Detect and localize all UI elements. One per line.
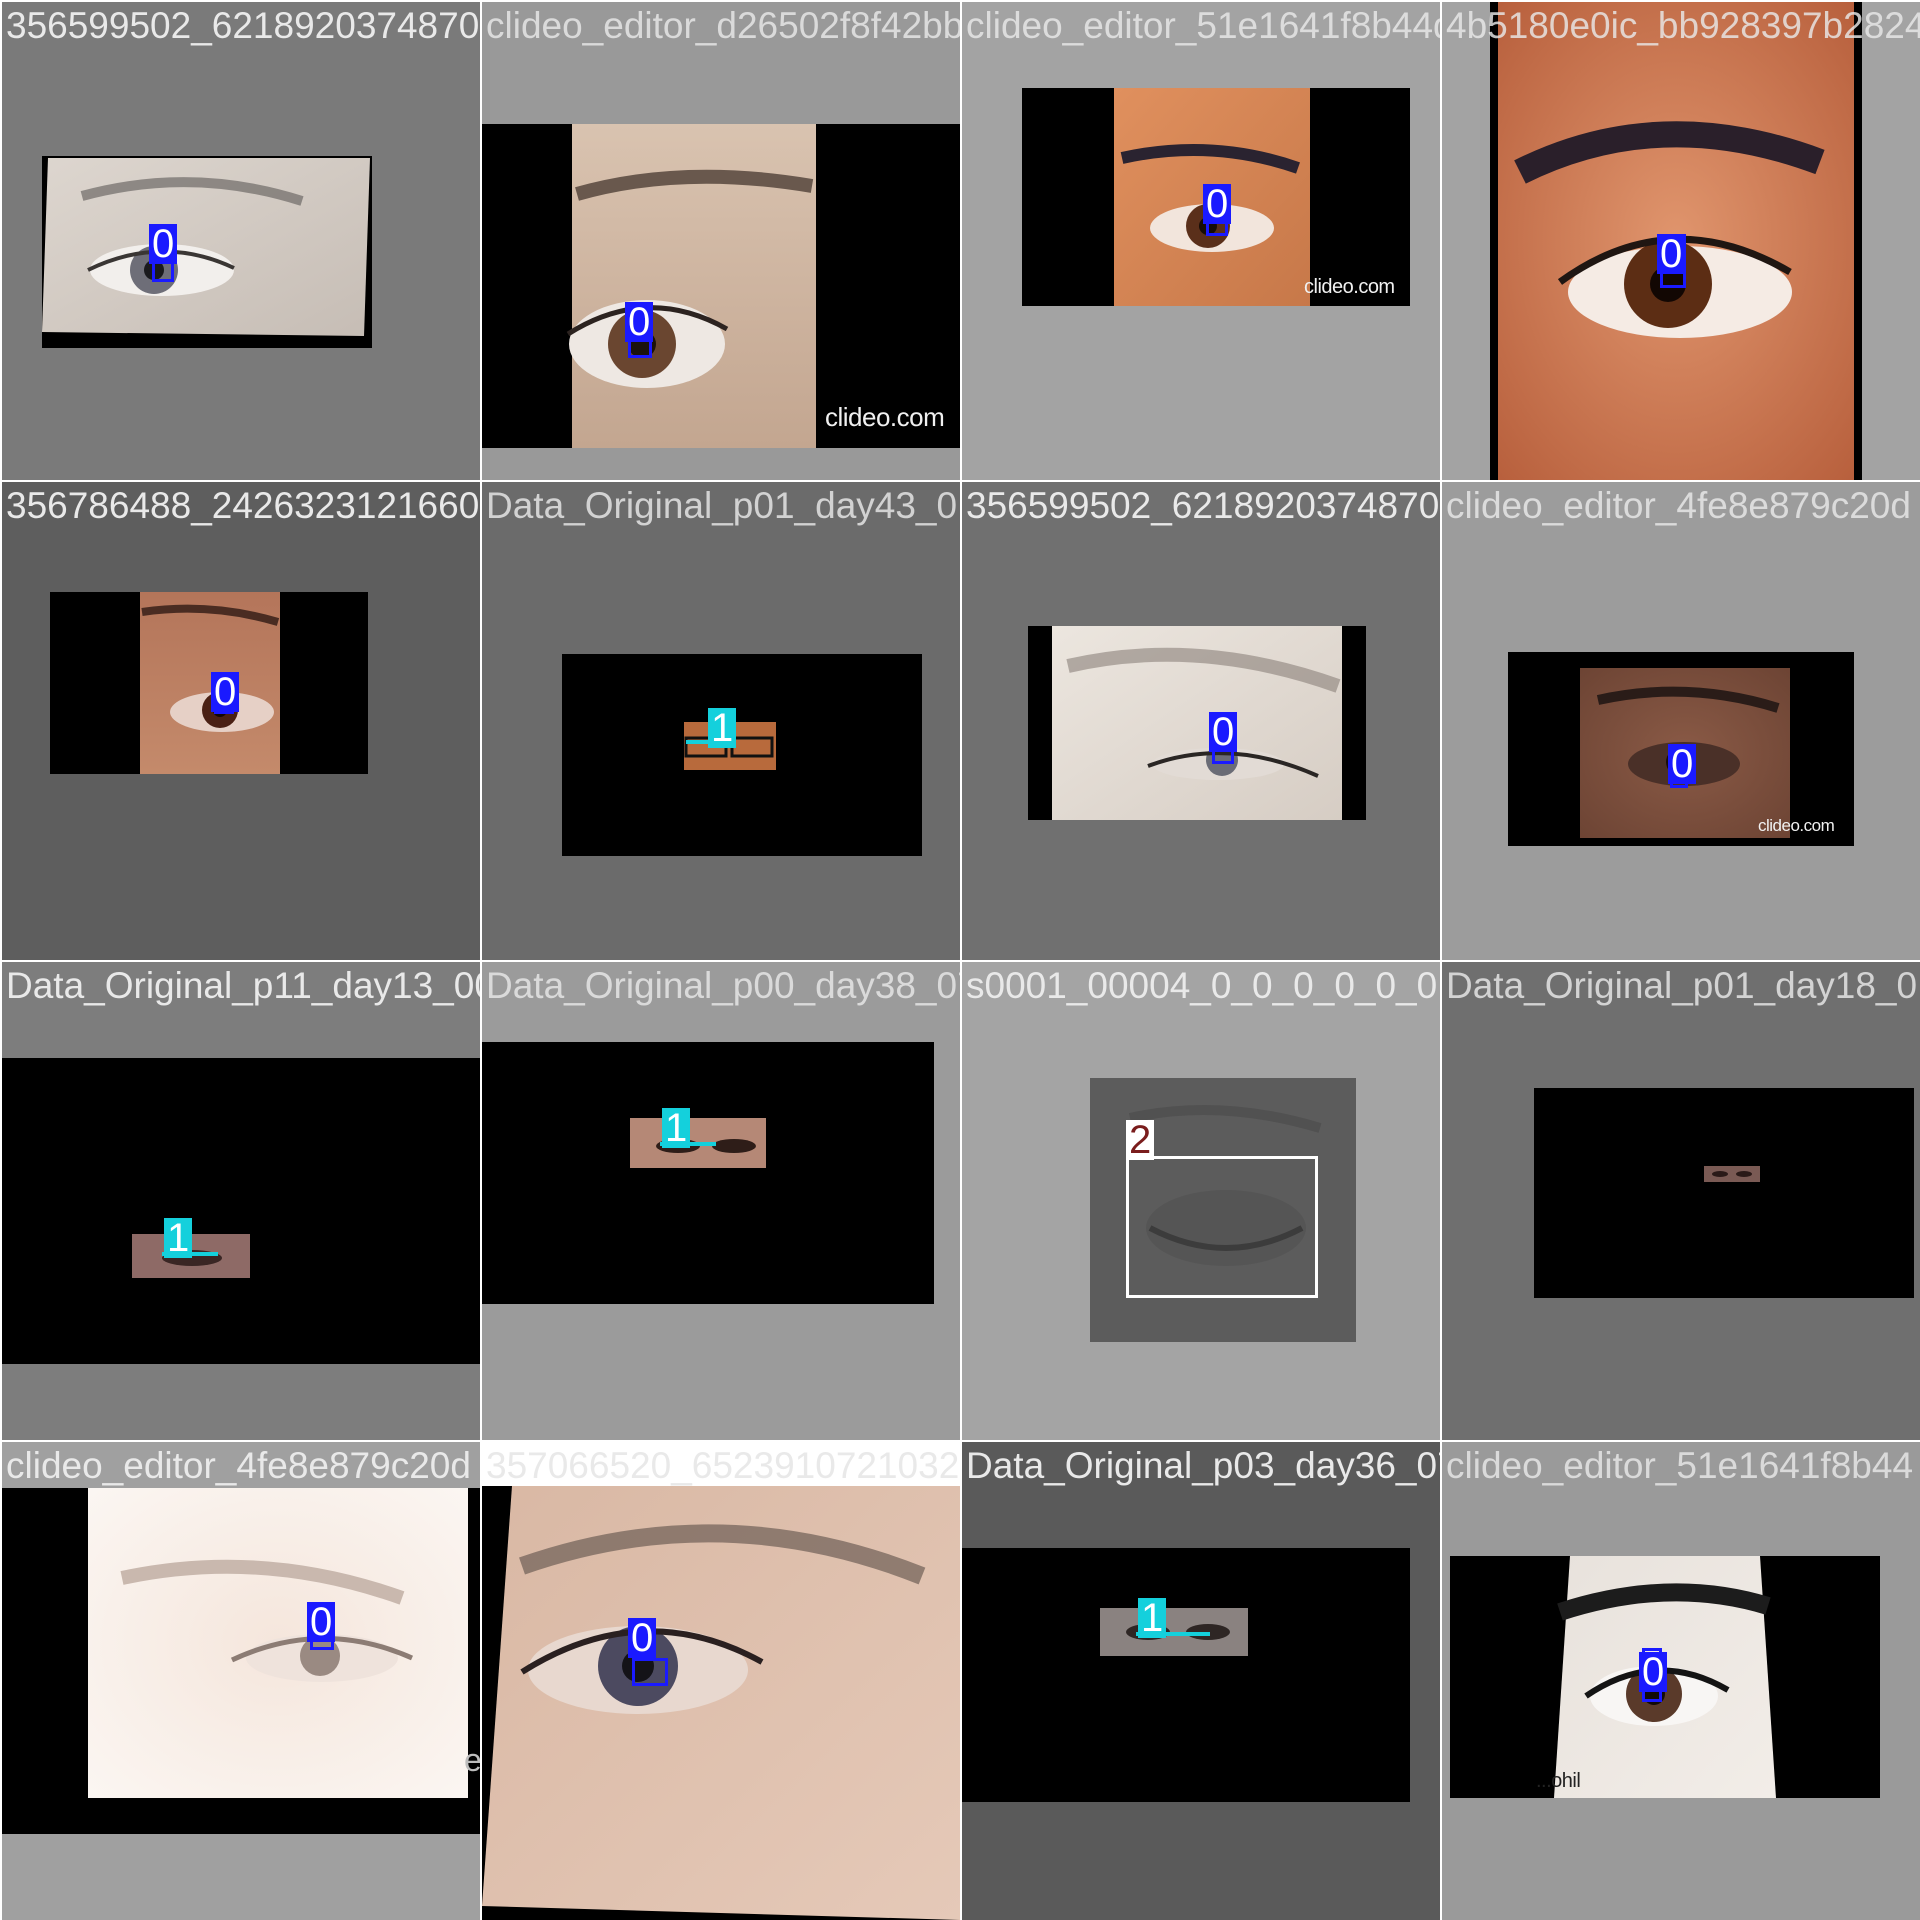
tile-title: clideo_editor_51e1641f8b44: [1446, 1445, 1914, 1486]
mosaic-grid: 356599502_6218920374870463_4196471837026…: [0, 0, 1920, 1920]
eye-photo: e: [2, 1488, 480, 1834]
class-label: 0: [307, 1602, 336, 1642]
eye-photo: [1534, 1088, 1914, 1298]
eye-photo: [482, 1042, 934, 1304]
tile-6: 356599502_62189203748704 0: [962, 482, 1440, 960]
tile-title: 356786488_242632312166096: [6, 485, 480, 526]
class-label: 1: [708, 708, 737, 748]
eye-photo: [962, 1548, 1410, 1802]
tile-8: Data_Original_p11_day13_0036.jpg 1: [2, 962, 480, 1440]
tile-4: 356786488_242632312166096 0: [2, 482, 480, 960]
tile-10: s0001_00004_0_0_0_0_0_01_png.jpg 2: [962, 962, 1440, 1440]
tile-11: Data_Original_p01_day18_0: [1442, 962, 1920, 1440]
tile-2: clideo_editor_51e1641f8b44d clideo.com 0: [962, 2, 1440, 480]
eye-photo: [482, 1486, 960, 1920]
tile-title: clideo_editor_51e1641f8b44d: [966, 5, 1440, 46]
tile-title: Data_Original_p01_day18_0: [1446, 965, 1918, 1006]
detection-box-class-2: [1126, 1156, 1318, 1298]
class-label: 0: [1657, 234, 1686, 274]
class-label: 0: [1203, 184, 1232, 224]
tile-title: 356599502_62189203748704: [966, 485, 1440, 526]
tile-title: 357066520_652391072103261: [486, 1445, 960, 1486]
class-label: 0: [211, 672, 240, 712]
class-label: 0: [1639, 1652, 1668, 1692]
tile-title: Data_Original_p03_day36_0736.jpg: [966, 1445, 1440, 1486]
eye-photo: [42, 156, 372, 348]
eye-photo: [562, 654, 922, 856]
tile-7: clideo_editor_4fe8e879c20d clideo.com 0: [1442, 482, 1920, 960]
watermark: clideo.com: [1758, 816, 1835, 835]
class-label: 1: [164, 1218, 193, 1258]
tile-title: clideo_editor_d26502f8f42bb: [486, 5, 960, 46]
class-label: 0: [625, 302, 654, 342]
tile-5: Data_Original_p01_day43_0 1: [482, 482, 960, 960]
class-label: 2: [1126, 1120, 1155, 1160]
detection-box-class-0: [632, 1658, 668, 1686]
tile-title: s0001_00004_0_0_0_0_0_01_png.jpg: [966, 965, 1440, 1006]
tile-title: Data_Original_p00_day38_0784.jpg: [486, 965, 960, 1006]
tile-15: clideo_editor_51e1641f8b44 ...ohil 0: [1442, 1442, 1920, 1920]
class-label: 0: [149, 224, 178, 264]
tile-title: 356599502_6218920374870463_4196471837026…: [6, 5, 480, 46]
tile-0: 356599502_6218920374870463_4196471837026…: [2, 2, 480, 480]
tile-title: Data_Original_p11_day13_0036.jpg: [6, 965, 480, 1006]
class-label: 0: [1668, 744, 1697, 784]
tile-title: Data_Original_p01_day43_0: [486, 485, 958, 526]
eye-photo: clideo.com: [482, 124, 960, 448]
class-label: 0: [628, 1618, 657, 1658]
class-label: 0: [1209, 712, 1238, 752]
class-label: 1: [662, 1108, 691, 1148]
tile-13: 357066520_652391072103261 0: [482, 1442, 960, 1920]
tile-12: clideo_editor_4fe8e879c20d e 0: [2, 1442, 480, 1920]
watermark: clideo.com: [1304, 276, 1395, 298]
tile-1: clideo_editor_d26502f8f42bb clideo.com 0: [482, 2, 960, 480]
tile-title: clideo_editor_4fe8e879c20d: [6, 1445, 471, 1486]
tile-14: Data_Original_p03_day36_0736.jpg 1: [962, 1442, 1440, 1920]
eye-photo: [50, 592, 368, 774]
eye-photo: [2, 1058, 480, 1364]
eye-photo: [1028, 626, 1366, 820]
watermark: ...ohil: [1536, 1770, 1581, 1792]
tile-9: Data_Original_p00_day38_0784.jpg 1: [482, 962, 960, 1440]
watermark: clideo.com: [825, 402, 945, 432]
class-label: 1: [1138, 1598, 1167, 1638]
tile-3: 4b5180e0ic_bb928397b2824442 0: [1442, 2, 1920, 480]
tile-title: clideo_editor_4fe8e879c20d: [1446, 485, 1911, 526]
watermark: e: [464, 1742, 480, 1778]
